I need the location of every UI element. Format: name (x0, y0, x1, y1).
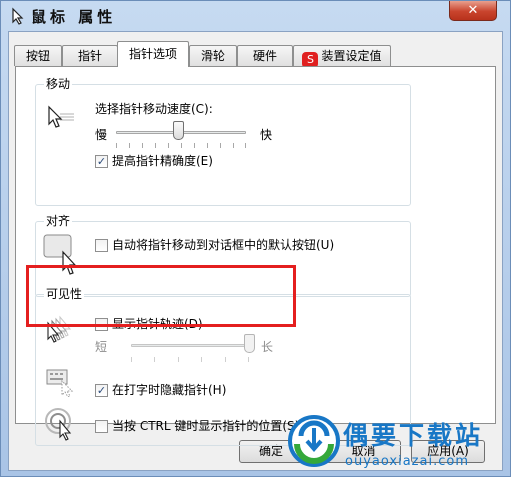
watermark-url: ouyaoxiazai.com (345, 454, 469, 469)
tab-buttons[interactable]: 按钮 (14, 45, 62, 66)
snap-to-default-checkbox[interactable] (95, 239, 108, 252)
show-location-icon (45, 408, 72, 441)
close-icon: ✕ (467, 3, 479, 18)
trail-length-slider-thumb[interactable] (244, 334, 255, 353)
slow-label: 慢 (95, 128, 108, 142)
trail-length-slider[interactable] (131, 344, 249, 347)
snap-to-default-label[interactable]: 自动将指针移动到对话框中的默认按钮(U) (112, 237, 334, 253)
tab-wheel[interactable]: 滑轮 (189, 45, 237, 66)
highlight-annotation-box (26, 265, 296, 327)
group-title-snap: 对齐 (44, 213, 73, 229)
window-title: 鼠标 属性 (31, 8, 117, 26)
watermark-logo-icon (288, 415, 340, 467)
short-label: 短 (95, 340, 108, 354)
fast-label: 快 (260, 128, 273, 142)
speed-label: 选择指针移动速度(C): (95, 102, 213, 116)
tab-label: 按钮 (25, 49, 50, 63)
speed-slider-ticks (116, 143, 246, 149)
pointer-speed-icon (48, 105, 74, 128)
tab-label: 指针选项 (128, 47, 177, 61)
ok-button-label: 确定 (258, 444, 283, 458)
pointer-speed-slider-thumb[interactable] (173, 121, 185, 140)
tab-hardware[interactable]: 硬件 (237, 45, 293, 66)
show-location-ctrl-checkbox[interactable] (95, 420, 108, 433)
long-label: 长 (261, 340, 274, 354)
hide-while-typing-checkbox[interactable]: ✓ (95, 384, 108, 397)
watermark-title: 偶要下载站 (343, 421, 484, 450)
mouse-pointer-icon (12, 7, 24, 25)
tab-label: 硬件 (252, 49, 277, 63)
hide-while-typing-icon (46, 369, 74, 397)
dialog-client-area: 按钮 指针 指针选项 滑轮 硬件 S装置设定值 移动 选择指针移动速度(C): (8, 31, 503, 471)
enhance-precision-label[interactable]: 提高指针精确度(E) (112, 153, 213, 169)
pointer-options-panel: 移动 选择指针移动速度(C): 慢 快 ✓ 提高指针精确度(E) 对齐 自动将指… (15, 66, 496, 446)
motion-group: 移动 选择指针移动速度(C): 慢 快 ✓ 提高指针精确度(E) (35, 76, 411, 206)
tab-label: 装置设定值 (321, 49, 382, 63)
enhance-precision-checkbox[interactable]: ✓ (95, 155, 108, 168)
trail-slider-ticks (131, 357, 249, 363)
tab-label: 指针 (77, 49, 102, 63)
tab-label: 滑轮 (200, 49, 225, 63)
tab-pointer-options[interactable]: 指针选项 (117, 41, 189, 67)
mouse-properties-window: 鼠标 属性 ✕ 按钮 指针 指针选项 滑轮 硬件 S 装置设定值 移动 选择指针… (0, 0, 511, 477)
title-bar[interactable]: 鼠标 属性 ✕ (1, 1, 510, 31)
hide-while-typing-label[interactable]: 在打字时隐藏指针(H) (112, 382, 226, 398)
show-location-ctrl-label[interactable]: 当按 CTRL 键时显示指针的位置(S) (112, 418, 299, 434)
site-watermark: 偶要下载站 ouyaoxiazai.com (287, 412, 509, 476)
tab-pointers[interactable]: 指针 (62, 45, 118, 66)
tab-device-settings[interactable]: S 装置设定值 (293, 45, 391, 68)
close-button[interactable]: ✕ (449, 1, 497, 21)
group-title-motion: 移动 (44, 76, 73, 92)
